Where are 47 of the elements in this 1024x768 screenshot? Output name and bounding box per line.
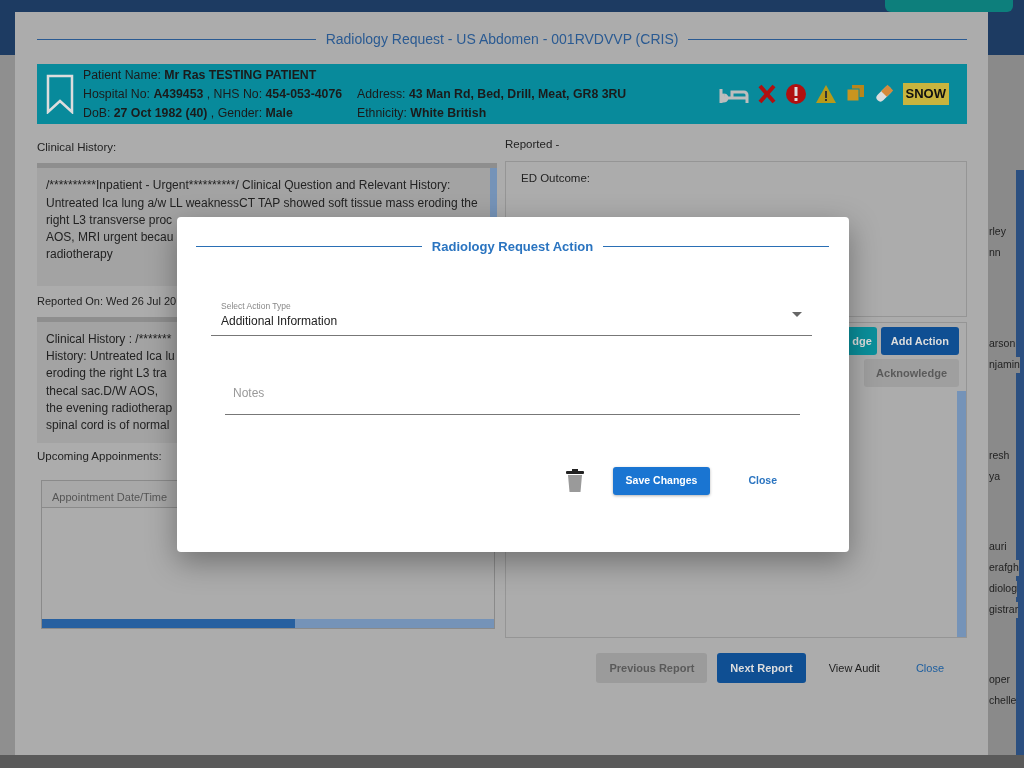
trash-icon[interactable] xyxy=(564,469,585,494)
text-line: /**********Inpatient - Urgent**********/ Clinical Question and Relevant History: xyxy=(46,177,451,195)
warning-icon xyxy=(814,83,837,105)
cross-icon xyxy=(756,83,777,105)
field-label: Select Action Type xyxy=(221,299,292,313)
patient-detail: Patient Name: Mr Ras TESTING PATIENT xyxy=(83,66,317,84)
text-line: eroding the right L3 tra xyxy=(46,365,167,383)
dialog-title: Radiology Request - US Abdomen - 001RVDVVP (CRIS) xyxy=(325,29,679,49)
field-label: ED Outcome: xyxy=(521,171,591,187)
scrollbar-thumb[interactable] xyxy=(42,619,296,628)
text-line: thecal sac.D/W AOS, xyxy=(46,382,159,400)
list-item-text: njamin xyxy=(989,357,1020,373)
patient-detail: Address: 43 Man Rd, Bed, Drill, Meat, GR8 3RU xyxy=(357,85,627,103)
dropdown-icon xyxy=(792,311,802,318)
text-line: AOS, MRI urgent becau xyxy=(46,229,174,247)
list-item-text: diolog xyxy=(989,581,1018,597)
section-label: Upcoming Appoinments: xyxy=(37,448,162,464)
text-line: Untreated Ica lung a/w LL weaknessCT TAP showed soft tissue mass eroding the xyxy=(46,194,478,212)
select-field[interactable]: Select Action Type Additional Information xyxy=(211,299,812,337)
patient-detail: DoB: 27 Oct 1982 (40) , Gender: Male xyxy=(83,104,294,122)
list-item-text: erafgh xyxy=(989,560,1019,576)
text-line: Clinical History : /******* xyxy=(46,330,172,348)
save-button[interactable]: Save Changes xyxy=(612,467,711,496)
text-line: spinal cord is of normal xyxy=(46,417,170,435)
modal-title: Radiology Request Action xyxy=(431,238,594,256)
reported-on-label: Reported On: Wed 26 Jul 20 xyxy=(37,294,177,310)
patient-detail: Hospital No: A439453 , NHS No: 454-053-4076 xyxy=(83,85,344,103)
section-label: Reported - xyxy=(505,137,560,152)
text-line: History: Untreated Ica lu xyxy=(46,348,175,366)
action-button[interactable]: Add Action xyxy=(880,327,959,356)
alert-tag: SNOW xyxy=(902,83,949,105)
text-line: the evening radiotherap xyxy=(46,399,173,417)
list-item-text: gistrar xyxy=(989,602,1019,618)
scrollbar[interactable] xyxy=(957,391,966,638)
text-line: right L3 transverse proc xyxy=(46,211,173,229)
bookmark-icon[interactable] xyxy=(45,74,75,114)
scrollbar[interactable] xyxy=(42,619,494,628)
text-link[interactable]: Close xyxy=(902,653,957,684)
list-item-text: rley xyxy=(989,224,1006,240)
patient-detail: Ethnicity: White British xyxy=(357,104,487,122)
field-value: Additional Information xyxy=(221,313,339,331)
close-link[interactable]: Close xyxy=(738,473,787,490)
alert-icon xyxy=(784,83,807,105)
text-line: radiotherapy xyxy=(46,246,113,264)
nav-button[interactable]: Next Report xyxy=(717,653,806,684)
text-link[interactable]: View Audit xyxy=(815,653,893,684)
section-label: Clinical History: xyxy=(37,140,117,155)
